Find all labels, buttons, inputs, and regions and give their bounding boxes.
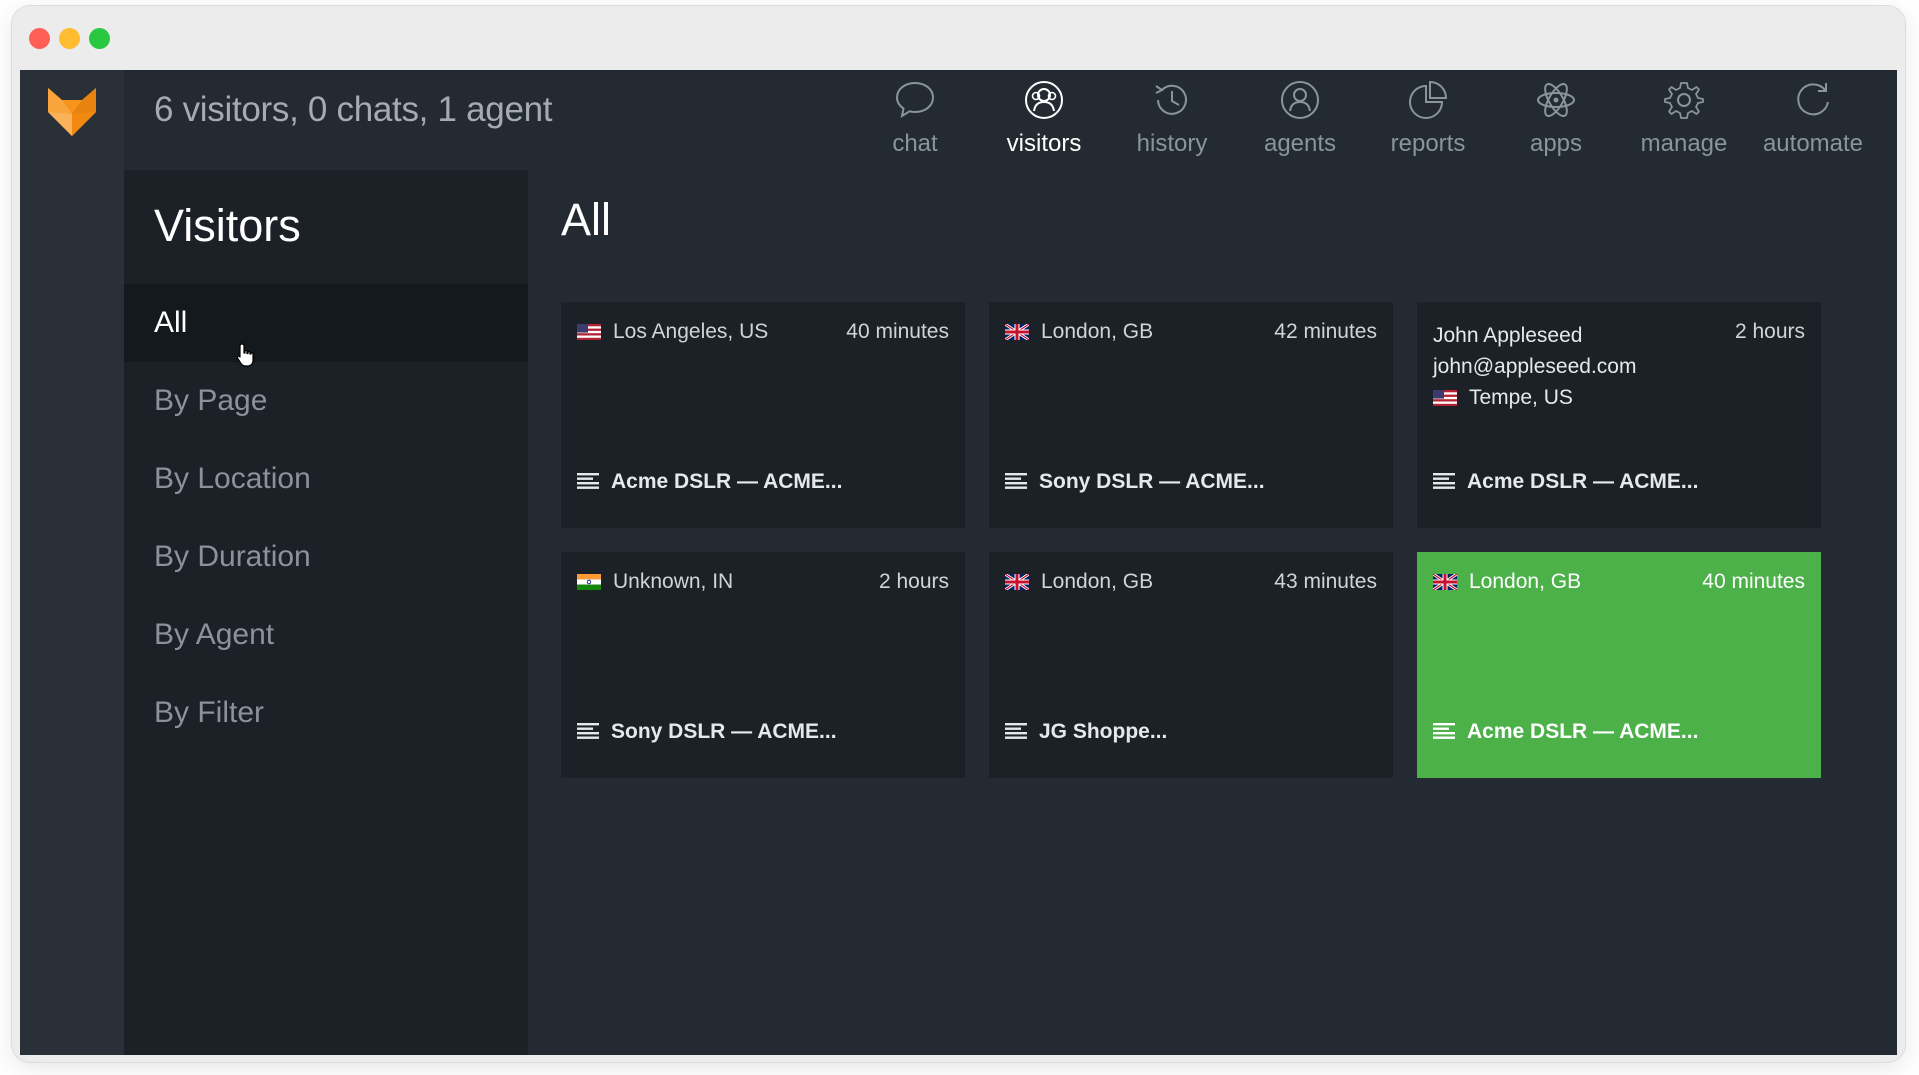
visitor-page: JG Shoppe... [1005,720,1167,744]
visitor-location: London, GB [1005,570,1153,594]
visitor-location: Unknown, IN [577,570,733,594]
nav-chat-label: chat [892,130,938,157]
visitor-card-highlighted[interactable]: London, GB 40 minutes Acme DSLR — ACME..… [1417,552,1821,778]
visitor-duration: 43 minutes [1274,570,1377,593]
visitor-page-text: Acme DSLR — ACME... [1467,470,1699,493]
visitor-location-text: London, GB [1041,320,1154,343]
visitor-name: John Appleseed [1433,324,1583,347]
visitor-card[interactable]: Unknown, IN 2 hours Sony DSLR — ACME... [561,552,965,778]
sidebar-item-by-location[interactable]: By Location [124,440,528,518]
page-lines-icon [1005,473,1027,489]
visitor-card[interactable]: John Appleseed john@appleseed.com Tempe,… [1417,302,1821,528]
visitor-duration: 40 minutes [846,320,949,343]
nav-history[interactable]: history [1112,76,1232,166]
visitor-contact: John Appleseed john@appleseed.com Tempe,… [1433,320,1636,413]
visitor-page-text: JG Shoppe... [1039,720,1168,743]
chat-bubble-icon [895,81,935,119]
gb-flag-icon [1005,574,1029,590]
nav-automate[interactable]: automate [1753,76,1873,166]
gb-flag-icon [1433,574,1457,590]
visitors-sidebar: Visitors All By Page By Location By Dura… [124,170,528,1055]
app-window: 6 visitors, 0 chats, 1 agent chat visito… [12,6,1905,1062]
visitor-page-text: Acme DSLR — ACME... [1467,720,1699,743]
gb-flag-icon [1005,324,1029,340]
nav-apps-label: apps [1529,130,1583,157]
visitor-location: Los Angeles, US [577,320,768,344]
nav-manage[interactable]: manage [1624,76,1744,166]
visitor-location: London, GB [1433,570,1581,594]
in-flag-icon [577,574,601,590]
sidebar-item-by-duration[interactable]: By Duration [124,518,528,596]
sidebar-item-by-page[interactable]: By Page [124,362,528,440]
sidebar-item-by-agent[interactable]: By Agent [124,596,528,674]
nav-agents[interactable]: agents [1240,76,1360,166]
visitor-card[interactable]: London, GB 43 minutes JG Shoppe... [989,552,1393,778]
visitor-page: Acme DSLR — ACME... [577,470,842,494]
nav-automate-label: automate [1762,130,1864,157]
gear-icon [1664,82,1704,119]
agent-person-icon [1281,81,1319,119]
visitor-page-text: Sony DSLR — ACME... [611,720,837,743]
sidebar-title: Visitors [154,200,301,251]
zoom-window-button[interactable] [89,28,110,49]
visitors-icon [1025,81,1063,119]
us-flag-icon [577,324,601,340]
visitor-card[interactable]: Los Angeles, US 40 minutes Acme DSLR — A… [561,302,965,528]
sidebar-item-all[interactable]: All [124,284,528,362]
visitor-page: Acme DSLR — ACME... [1433,720,1698,744]
visitor-page: Acme DSLR — ACME... [1433,470,1698,494]
pie-chart-icon [1409,80,1448,119]
window-titlebar [12,6,1905,70]
visitor-page: Sony DSLR — ACME... [1005,470,1265,494]
visitor-grid: Los Angeles, US 40 minutes Acme DSLR — A… [561,302,1849,778]
page-lines-icon [1433,473,1455,489]
main-title: All [561,194,612,245]
close-window-button[interactable] [29,28,50,49]
nav-visitors-label: visitors [1006,130,1082,157]
left-rail [20,70,124,1055]
hand-pointer-cursor-icon [236,343,254,367]
page-lines-icon [1005,723,1027,739]
sidebar-item-by-filter[interactable]: By Filter [124,674,528,752]
refresh-icon [1797,83,1829,116]
nav-apps[interactable]: apps [1496,76,1616,166]
visitor-duration: 40 minutes [1702,570,1805,593]
visitor-location-text: London, GB [1469,570,1582,593]
nav-reports-label: reports [1390,130,1466,157]
minimize-window-button[interactable] [59,28,80,49]
visitor-email: john@appleseed.com [1433,355,1637,378]
page-lines-icon [577,473,599,489]
visitor-duration: 2 hours [878,570,949,593]
visitor-location: Tempe, US [1433,382,1636,413]
nav-chat[interactable]: chat [855,76,975,166]
page-lines-icon [577,723,599,739]
visitor-location: London, GB [1005,320,1153,344]
nav-history-label: history [1136,130,1208,157]
visitor-page-text: Acme DSLR — ACME... [611,470,843,493]
visitor-location-text: Los Angeles, US [613,320,769,343]
nav-visitors[interactable]: visitors [984,76,1104,166]
nav-manage-label: manage [1640,130,1728,157]
nav-reports[interactable]: reports [1368,76,1488,166]
nav-agents-label: agents [1263,130,1337,157]
page-lines-icon [1433,723,1455,739]
visitor-location-text: London, GB [1041,570,1154,593]
visitor-location-text: Tempe, US [1469,386,1573,409]
us-flag-icon [1433,390,1457,406]
visitor-page: Sony DSLR — ACME... [577,720,837,744]
visitor-duration: 42 minutes [1274,320,1377,343]
visitor-page-text: Sony DSLR — ACME... [1039,470,1265,493]
visitor-card[interactable]: London, GB 42 minutes Sony DSLR — ACME..… [989,302,1393,528]
app-content: 6 visitors, 0 chats, 1 agent chat visito… [20,70,1897,1055]
atom-icon [1537,83,1575,117]
visitor-duration: 2 hours [1734,320,1805,343]
top-navigation: chat visitors history agents reports app… [20,70,1897,170]
visitor-location-text: Unknown, IN [613,570,734,593]
history-clock-icon [1155,84,1187,115]
